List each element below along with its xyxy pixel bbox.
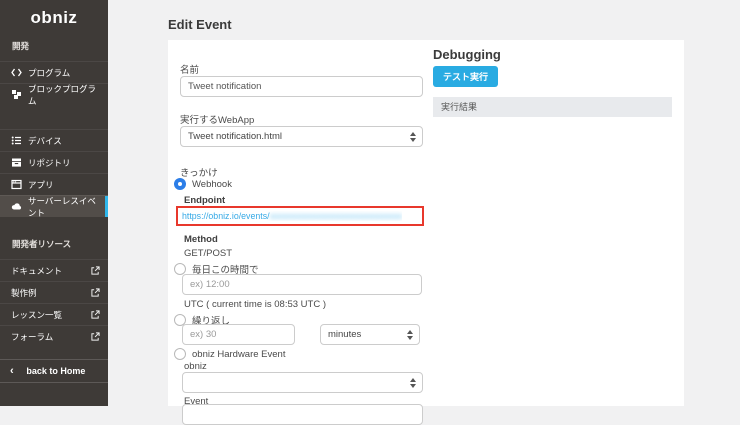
hardware-event-radio[interactable]: [174, 348, 186, 360]
cloud-icon: [11, 201, 22, 212]
sidebar-item-label: サーバーレスイベント: [28, 195, 100, 219]
method-value: GET/POST: [184, 248, 232, 259]
external-link-icon: [91, 266, 100, 275]
trigger-label: きっかけ: [180, 165, 218, 179]
sidebar-item-repository[interactable]: リポジトリ: [0, 151, 108, 173]
sidebar-item-forum[interactable]: フォーラム: [0, 325, 108, 347]
code-icon: [11, 67, 22, 78]
endpoint-url-link[interactable]: https://obniz.io/events/xxxxxxxxxxxxxxxx…: [182, 211, 402, 221]
webhook-radio[interactable]: [174, 178, 186, 190]
sidebar-item-label: アプリ: [28, 179, 54, 191]
event-select[interactable]: [182, 404, 423, 425]
obniz-logo[interactable]: obniz: [0, 0, 108, 33]
back-to-home-label: back to Home: [14, 366, 98, 376]
repeat-unit-select[interactable]: minutes: [320, 324, 420, 345]
repeat-interval-input[interactable]: [182, 324, 295, 345]
result-header: 実行結果: [433, 97, 672, 117]
select-stepper-icon: [407, 330, 413, 340]
sidebar-item-label: リポジトリ: [28, 157, 71, 169]
sidebar-item-label: 製作例: [11, 287, 37, 299]
external-link-icon: [91, 310, 100, 319]
test-run-button[interactable]: テスト実行: [433, 66, 498, 87]
back-to-home[interactable]: ‹ back to Home: [0, 359, 108, 383]
apps-window-icon: [11, 179, 22, 190]
sidebar-section-dev-label: 開発: [0, 33, 108, 61]
repository-icon: [11, 157, 22, 168]
method-label: Method: [184, 234, 218, 245]
repeat-unit-value: minutes: [328, 329, 361, 340]
hardware-event-radio-label: obniz Hardware Event: [192, 349, 285, 360]
debugging-title: Debugging: [433, 47, 501, 62]
webapp-label: 実行するWebApp: [180, 112, 254, 126]
page-title: Edit Event: [168, 17, 232, 32]
sidebar-item-lessons[interactable]: レッスン一覧: [0, 303, 108, 325]
sidebar-item-label: ドキュメント: [11, 265, 62, 277]
sidebar-item-documents[interactable]: ドキュメント: [0, 259, 108, 281]
select-stepper-icon: [410, 378, 416, 388]
sidebar-item-block-program[interactable]: ブロックプログラム: [0, 83, 108, 105]
webhook-radio-label: Webhook: [192, 179, 232, 190]
sidebar-spacer: [0, 105, 108, 129]
daily-time-input[interactable]: [182, 274, 422, 295]
sidebar-item-label: プログラム: [28, 67, 70, 79]
utc-note: UTC ( current time is 08:53 UTC ): [184, 299, 326, 310]
sidebar-item-label: レッスン一覧: [11, 309, 62, 321]
obniz-select[interactable]: [182, 372, 423, 393]
blocks-icon: [11, 89, 22, 100]
external-link-icon: [91, 332, 100, 341]
devices-list-icon: [11, 135, 22, 146]
sidebar-item-devices[interactable]: デバイス: [0, 129, 108, 151]
sidebar-item-label: デバイス: [28, 135, 62, 147]
sidebar-item-program[interactable]: プログラム: [0, 61, 108, 83]
sidebar-item-serverless-events[interactable]: サーバーレスイベント: [0, 195, 108, 217]
sidebar: obniz 開発 プログラム ブロックプログラム デバイス リポジトリ アプリ: [0, 0, 108, 406]
external-link-icon: [91, 288, 100, 297]
sidebar-section-resources-label: 開発者リソース: [0, 231, 108, 259]
sidebar-item-label: フォーラム: [11, 331, 53, 343]
sidebar-item-examples[interactable]: 製作例: [0, 281, 108, 303]
endpoint-label: Endpoint: [184, 195, 225, 206]
name-label: 名前: [180, 62, 199, 76]
webhook-radio-option[interactable]: Webhook: [174, 178, 232, 190]
endpoint-url-redacted: xxxxxxxxxxxxxxxxxxxxxxxxxxxxxxxxxx: [270, 211, 403, 221]
obniz-label: obniz: [184, 361, 207, 372]
endpoint-url-highlight[interactable]: https://obniz.io/events/xxxxxxxxxxxxxxxx…: [176, 206, 424, 226]
webapp-select-value: Tweet notification.html: [188, 131, 282, 142]
sidebar-item-label: ブロックプログラム: [28, 83, 100, 107]
select-stepper-icon: [410, 132, 416, 142]
sidebar-item-apps[interactable]: アプリ: [0, 173, 108, 195]
webapp-select[interactable]: Tweet notification.html: [180, 126, 423, 147]
name-input[interactable]: [180, 76, 423, 97]
hardware-event-radio-option[interactable]: obniz Hardware Event: [174, 348, 285, 360]
edit-event-card: 名前 実行するWebApp Tweet notification.html きっ…: [168, 40, 684, 406]
sidebar-spacer: [0, 217, 108, 231]
